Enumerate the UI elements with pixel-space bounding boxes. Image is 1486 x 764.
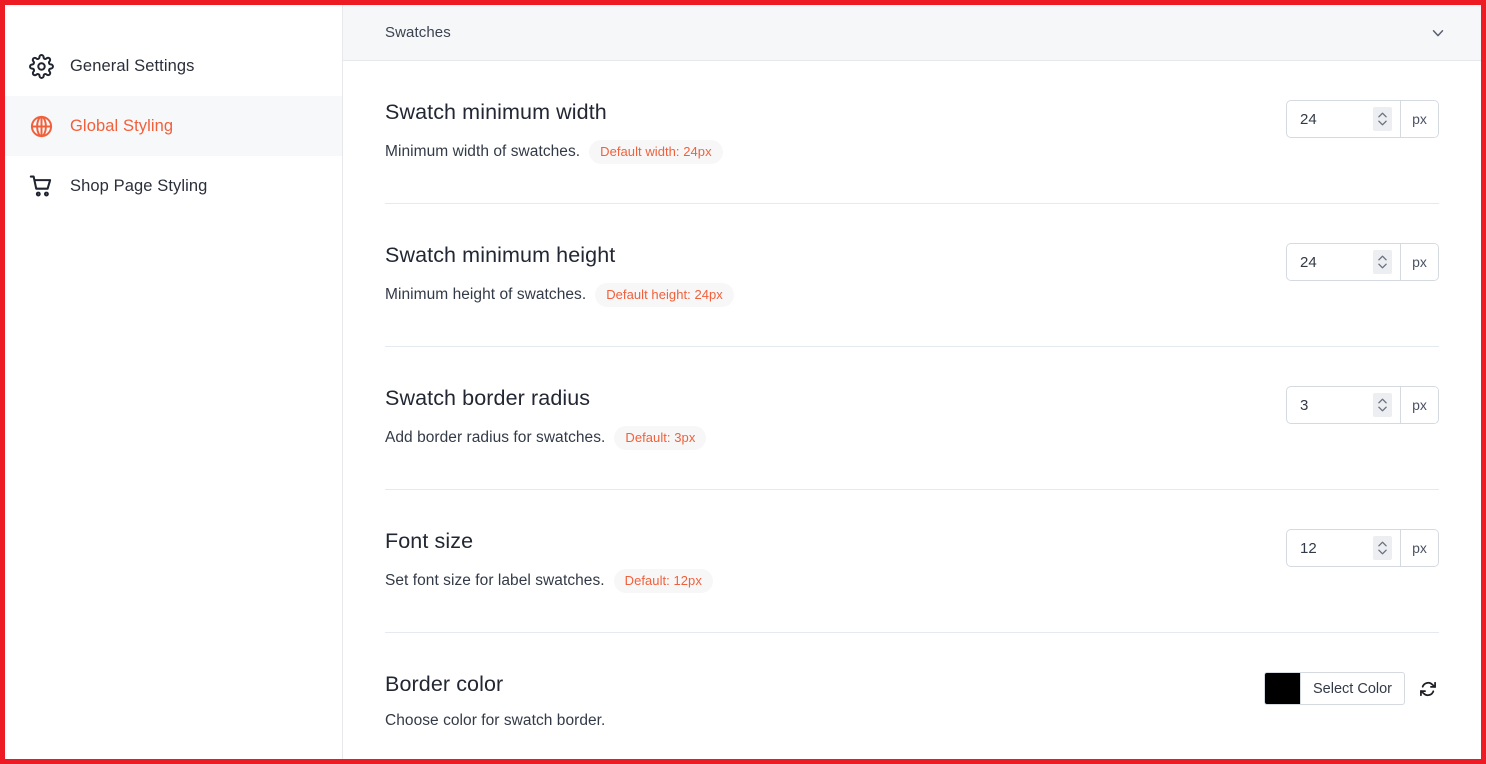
setting-title: Swatch minimum width	[385, 100, 607, 124]
setting-info: Border color Choose color for swatch bor…	[385, 669, 605, 730]
setting-description: Add border radius for swatches.	[385, 428, 606, 446]
settings-panel: Swatches Swatch minimum width Minimum wi…	[343, 5, 1481, 759]
setting-description-line: Set font size for label swatches. Defaul…	[385, 568, 713, 593]
panel-title: Swatches	[385, 24, 451, 41]
color-swatch-preview[interactable]	[1265, 673, 1302, 704]
sidebar-item-global-styling[interactable]: Global Styling	[5, 96, 342, 156]
swatch-minimum-width-input[interactable]	[1300, 110, 1373, 128]
number-input-group[interactable]: px	[1286, 386, 1439, 424]
sidebar-item-label: Shop Page Styling	[70, 176, 208, 195]
settings-list: Swatch minimum width Minimum width of sw…	[343, 61, 1481, 759]
setting-description: Set font size for label swatches.	[385, 571, 605, 589]
color-picker-group: Select Color	[1264, 672, 1439, 705]
number-stepper[interactable]	[1373, 536, 1392, 560]
setting-description: Minimum width of swatches.	[385, 142, 581, 160]
select-color-button[interactable]: Select Color	[1264, 672, 1405, 705]
setting-title: Border color	[385, 672, 504, 696]
setting-description: Choose color for swatch border.	[385, 711, 606, 729]
refresh-icon[interactable]	[1417, 678, 1439, 700]
number-field[interactable]	[1287, 530, 1400, 566]
setting-description-line: Minimum width of swatches. Default width…	[385, 139, 723, 164]
number-stepper[interactable]	[1373, 250, 1392, 274]
default-value-badge: Default: 3px	[614, 425, 707, 450]
number-field[interactable]	[1287, 244, 1400, 280]
number-field[interactable]	[1287, 387, 1400, 423]
setting-description-line: Choose color for swatch border.	[385, 712, 605, 730]
sidebar-item-general-settings[interactable]: General Settings	[5, 36, 342, 96]
setting-control: Select Color	[1264, 669, 1439, 705]
chevron-down-icon[interactable]	[1427, 22, 1449, 44]
setting-title: Font size	[385, 529, 474, 553]
setting-title: Swatch border radius	[385, 386, 591, 410]
setting-control: px	[1286, 383, 1439, 424]
setting-control: px	[1286, 526, 1439, 567]
setting-info: Font size Set font size for label swatch…	[385, 526, 713, 593]
setting-row-font-size: Font size Set font size for label swatch…	[385, 490, 1439, 633]
setting-info: Swatch minimum width Minimum width of sw…	[385, 97, 723, 164]
swatch-border-radius-input[interactable]	[1300, 396, 1373, 414]
setting-description-line: Add border radius for swatches. Default:…	[385, 425, 707, 450]
unit-suffix: px	[1400, 244, 1438, 280]
setting-title: Swatch minimum height	[385, 243, 616, 267]
setting-description-line: Minimum height of swatches. Default heig…	[385, 282, 734, 307]
sidebar-item-label: General Settings	[70, 56, 195, 75]
default-value-badge: Default: 12px	[613, 568, 713, 593]
default-value-badge: Default height: 24px	[595, 282, 734, 307]
number-input-group[interactable]: px	[1286, 529, 1439, 567]
select-color-label: Select Color	[1313, 680, 1392, 697]
swatch-minimum-height-input[interactable]	[1300, 253, 1373, 271]
setting-row-border-color: Border color Choose color for swatch bor…	[385, 633, 1439, 759]
unit-suffix: px	[1400, 101, 1438, 137]
font-size-input[interactable]	[1300, 539, 1373, 557]
setting-description: Minimum height of swatches.	[385, 285, 587, 303]
number-stepper[interactable]	[1373, 107, 1392, 131]
globe-icon	[27, 112, 55, 140]
unit-suffix: px	[1400, 387, 1438, 423]
sidebar: General Settings Global Styling Shop Pag…	[5, 5, 343, 759]
setting-row-swatch-minimum-width: Swatch minimum width Minimum width of sw…	[385, 61, 1439, 204]
cart-icon	[27, 172, 55, 200]
default-value-badge: Default width: 24px	[589, 139, 723, 164]
setting-control: px	[1286, 97, 1439, 138]
gear-icon	[27, 52, 55, 80]
sidebar-item-shop-page-styling[interactable]: Shop Page Styling	[5, 156, 342, 216]
number-stepper[interactable]	[1373, 393, 1392, 417]
setting-row-swatch-minimum-height: Swatch minimum height Minimum height of …	[385, 204, 1439, 347]
setting-control: px	[1286, 240, 1439, 281]
panel-header-swatches[interactable]: Swatches	[343, 5, 1481, 61]
number-field[interactable]	[1287, 101, 1400, 137]
setting-info: Swatch minimum height Minimum height of …	[385, 240, 734, 307]
number-input-group[interactable]: px	[1286, 243, 1439, 281]
sidebar-item-label: Global Styling	[70, 116, 174, 135]
unit-suffix: px	[1400, 530, 1438, 566]
setting-info: Swatch border radius Add border radius f…	[385, 383, 707, 450]
number-input-group[interactable]: px	[1286, 100, 1439, 138]
setting-row-swatch-border-radius: Swatch border radius Add border radius f…	[385, 347, 1439, 490]
settings-window: General Settings Global Styling Shop Pag…	[0, 0, 1486, 764]
